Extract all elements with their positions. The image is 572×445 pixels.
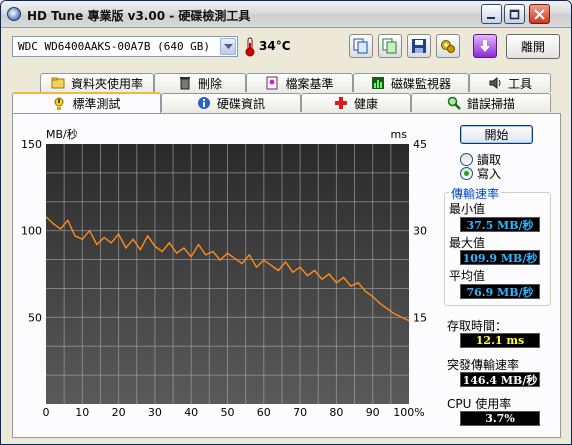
minimize-button[interactable] [481,4,502,24]
health-cross-icon [334,96,348,110]
thermometer-icon [245,37,255,57]
temperature-readout: 34°C [259,39,291,53]
app-disk-icon [7,7,21,21]
burst-rate-label: 突發傳輸速率 [447,358,520,372]
copy-image-icon [382,38,397,54]
access-time-value: 12.1 ms [460,333,540,348]
max-label: 最大值 [449,236,486,250]
tab-error-scan-label: 錯誤掃描 [466,96,515,111]
close-button[interactable] [529,4,550,24]
file-benchmark-icon [265,76,279,90]
speaker-icon [488,76,502,90]
tab-file-benchmark-label: 檔案基準 [285,76,334,91]
tab-health-label: 健康 [353,96,378,111]
read-radio[interactable] [460,153,473,166]
write-radio-label: 寫入 [477,167,502,181]
tab-erase-label: 刪除 [197,76,222,91]
burst-rate-value: 146.4 MB/秒 [460,372,540,387]
maximize-button[interactable] [504,4,525,24]
tab-extra-tests[interactable]: 工具 [469,73,551,92]
info-icon [197,96,211,110]
copy-screenshot-button[interactable] [378,34,402,58]
exclamation-icon [52,97,66,111]
drive-select-value: WDC WD6400AAKS-00A7B (640 GB) [18,40,211,53]
arrow-down-icon [480,40,490,52]
tab-info[interactable]: 硬碟資訊 [161,93,301,112]
tab-error-scan[interactable]: 錯誤掃描 [411,93,551,112]
tab-file-benchmark[interactable]: 檔案基準 [246,73,353,92]
update-button[interactable] [473,34,497,58]
tab-disk-monitor-label: 磁碟監視器 [390,76,451,91]
cpu-usage-value: 3.7% [460,411,540,426]
copy-text-button[interactable] [349,34,373,58]
tab-benchmark-label: 標準測試 [72,97,121,111]
exit-button[interactable]: 離開 [506,34,560,59]
write-radio[interactable] [460,167,473,180]
gears-icon [441,40,455,53]
tab-disk-monitor[interactable]: 磁碟監視器 [353,73,469,92]
start-button[interactable]: 開始 [460,125,533,144]
magnifier-icon [447,96,461,110]
disk-monitor-icon [371,76,385,90]
trash-icon [178,76,192,90]
folder-usage-icon [51,76,65,90]
floppy-disk-icon [412,39,426,53]
cpu-usage-label: CPU 使用率 [447,397,512,411]
avg-value: 76.9 MB/秒 [460,284,540,299]
tab-benchmark[interactable]: 標準測試 [12,92,161,113]
title-bar[interactable]: HD Tune 專業版 v3.00 - 硬碟檢測工具 [1,1,571,28]
max-value: 109.9 MB/秒 [460,250,540,265]
access-time-label: 存取時間： [447,319,508,333]
tab-extra-tests-label: 工具 [507,76,532,91]
options-button[interactable] [436,34,460,58]
tab-health[interactable]: 健康 [301,93,411,112]
write-radio-row[interactable]: 寫入 [460,166,501,181]
window-title: HD Tune 專業版 v3.00 - 硬碟檢測工具 [27,9,251,23]
tab-folder-usage[interactable]: 資料夾使用率 [40,73,154,92]
avg-label: 平均值 [449,269,486,283]
drive-select[interactable]: WDC WD6400AAKS-00A7B (640 GB) [12,36,238,57]
chevron-down-icon[interactable] [220,38,236,55]
close-icon [534,8,545,20]
tab-folder-usage-label: 資料夾使用率 [70,76,143,91]
min-value: 37.5 MB/秒 [460,217,540,232]
min-label: 最小值 [449,202,486,216]
app-window: HD Tune 專業版 v3.00 - 硬碟檢測工具 WDC WD6400AAK… [0,0,572,445]
copy-icon [353,38,368,54]
save-button[interactable] [407,34,431,58]
tab-erase[interactable]: 刪除 [154,73,246,92]
minimize-icon [487,16,495,19]
maximize-icon [509,9,520,19]
tab-info-label: 硬碟資訊 [216,96,265,111]
